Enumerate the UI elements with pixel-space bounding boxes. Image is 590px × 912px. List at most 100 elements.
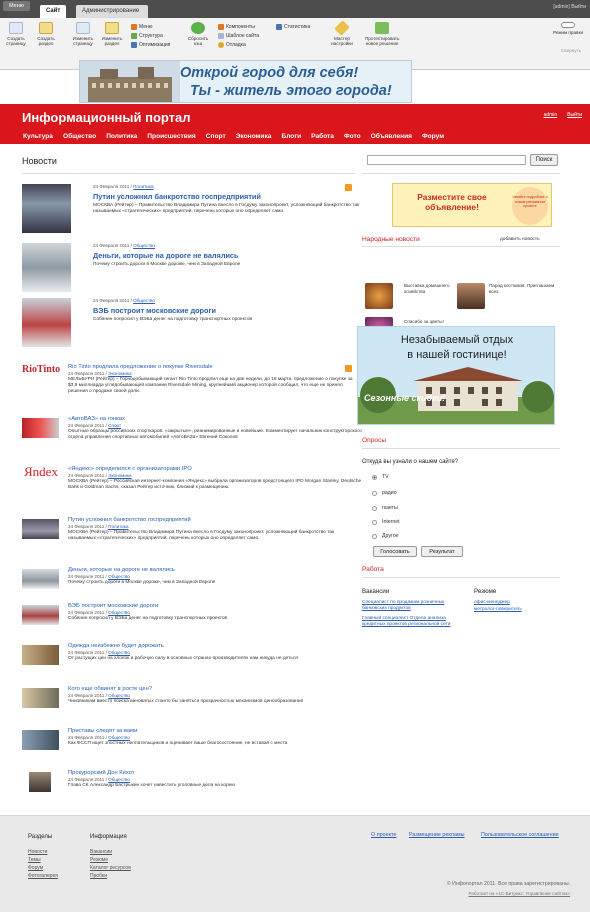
nav-item-photo[interactable]: Фото xyxy=(344,129,361,145)
search-input[interactable] xyxy=(367,155,526,165)
rubric-link[interactable]: Политика xyxy=(133,184,153,189)
resume-link[interactable]: офис-менеджер xyxy=(474,600,510,606)
poll-option-other[interactable]: Другое xyxy=(372,533,398,539)
news-title[interactable]: Деньги, которые на дороге не валялись xyxy=(68,567,175,573)
news-photo[interactable] xyxy=(22,298,71,347)
edit-page-button[interactable]: Изменить страницу xyxy=(72,22,94,47)
optimization-item[interactable]: Оптимизация xyxy=(131,42,170,48)
news-photo[interactable] xyxy=(22,569,59,589)
nav-item-incidents[interactable]: Происшествия xyxy=(147,129,195,145)
result-button[interactable]: Результат xyxy=(421,546,463,557)
nav-item-culture[interactable]: Культура xyxy=(23,129,53,145)
debug-item[interactable]: Отладка xyxy=(218,42,246,48)
footer-link[interactable]: Пробки xyxy=(90,872,107,880)
radio-checked-icon[interactable] xyxy=(372,474,377,480)
ad-banner-hotel[interactable]: Незабываемый отдых в нашей гостинице! Се… xyxy=(357,326,555,425)
nav-item-sport[interactable]: Спорт xyxy=(206,129,226,145)
footer-link[interactable]: Вакансии xyxy=(90,848,112,856)
powered-by-link[interactable]: Работает на «1С-Битрикс: Управление сайт… xyxy=(468,891,570,896)
news-title[interactable]: Деньги, которые на дороге не валялись xyxy=(93,251,238,260)
news-title[interactable]: «Яндекс» определился с организаторами IP… xyxy=(68,466,192,472)
vacancy-link[interactable]: Специалист по продажам розничных банковс… xyxy=(362,600,462,613)
rss-icon[interactable] xyxy=(345,184,352,191)
people-news-title[interactable]: Парад костюмов. Приглашаем всех. xyxy=(489,283,557,295)
footer-link[interactable]: Фотогалерея xyxy=(28,872,58,880)
reset-cache-button[interactable]: Сбросить кэш xyxy=(186,22,210,47)
rubric-link[interactable]: Общество xyxy=(108,777,130,782)
nav-item-economy[interactable]: Экономика xyxy=(236,129,272,145)
people-news-title[interactable]: Выставка домашнего хозяйства xyxy=(404,283,454,295)
nav-item-jobs[interactable]: Работа xyxy=(311,129,334,145)
footer-link[interactable]: Каталог ресурсов xyxy=(90,864,131,872)
news-photo[interactable] xyxy=(22,184,71,233)
news-photo[interactable] xyxy=(22,730,59,750)
news-title[interactable]: Rio Tinto продлила предложение о покупке… xyxy=(68,364,213,370)
news-title[interactable]: «АвтоВАЗ» на гонках xyxy=(68,416,125,422)
add-news-link[interactable]: добавить новость xyxy=(500,237,540,242)
nav-item-society[interactable]: Общество xyxy=(63,129,96,145)
people-news-item[interactable]: Выставка домашнего хозяйства xyxy=(365,283,455,311)
news-photo[interactable] xyxy=(22,418,59,438)
news-title[interactable]: Приставы следят за вами xyxy=(68,728,137,734)
structure-item[interactable]: Структура xyxy=(131,33,163,39)
rubric-link[interactable]: Общество xyxy=(108,650,130,655)
create-section-button[interactable]: Создать раздел xyxy=(35,22,57,47)
tab-site[interactable]: Сайт xyxy=(40,5,67,18)
news-photo[interactable] xyxy=(22,605,59,625)
rubric-link[interactable]: Общество xyxy=(108,735,130,740)
news-title[interactable]: Кого еще обвинят в росте цен? xyxy=(68,686,152,692)
poll-option-newspapers[interactable]: газеты xyxy=(372,505,398,511)
rubric-link[interactable]: Спорт xyxy=(108,423,121,428)
footer-agreement-link[interactable]: Пользовательское соглашение xyxy=(481,832,559,838)
footer-about-link[interactable]: О проекте xyxy=(371,832,396,838)
poll-option-internet[interactable]: Internet xyxy=(372,519,400,525)
footer-link[interactable]: Форум xyxy=(28,864,43,872)
components-item[interactable]: Компоненты xyxy=(218,24,255,30)
poll-option-radio[interactable]: радио xyxy=(372,490,397,496)
footer-advertising-link[interactable]: Размещение рекламы xyxy=(409,832,465,838)
tab-menu[interactable]: Меню xyxy=(3,1,30,11)
rubric-link[interactable]: Общество xyxy=(108,610,130,615)
site-template-item[interactable]: Шаблон сайта xyxy=(218,33,259,39)
radio-icon[interactable] xyxy=(372,490,377,496)
news-title[interactable]: ВЭБ построит московские дороги xyxy=(93,306,216,315)
ad-banner-post[interactable]: Разместите свое объявление! Узнайте подр… xyxy=(392,183,552,227)
tab-administration[interactable]: Администрирование xyxy=(76,5,148,18)
nav-item-forum[interactable]: Форум xyxy=(422,129,444,145)
site-title[interactable]: Информационный портал xyxy=(22,110,191,125)
header-link-logout[interactable]: Выйти xyxy=(567,112,582,118)
edit-mode-toggle[interactable]: Режим правки xyxy=(550,22,586,35)
people-news-photo[interactable] xyxy=(365,283,393,309)
news-photo[interactable] xyxy=(22,243,71,292)
footer-link[interactable]: Темы xyxy=(28,856,41,864)
create-page-button[interactable]: Создать страницу xyxy=(5,22,27,47)
news-photo[interactable] xyxy=(22,519,59,539)
vacancy-link[interactable]: Главный специалист Отдела анализа кредит… xyxy=(362,616,462,629)
resume-link[interactable]: метролог-поверитель xyxy=(474,607,522,613)
news-title[interactable]: Путин усложнил банкротство госпредприяти… xyxy=(93,192,261,201)
rubric-link[interactable]: Общество xyxy=(108,693,130,698)
rubric-link[interactable]: Экономика xyxy=(108,371,131,376)
news-photo[interactable] xyxy=(22,645,59,665)
search-button[interactable]: Поиск xyxy=(530,154,558,166)
top-banner[interactable]: Открой город для себя! Ты - житель этого… xyxy=(79,60,412,103)
footer-link[interactable]: Новости xyxy=(28,848,47,856)
rubric-link[interactable]: Общество xyxy=(108,574,130,579)
news-title[interactable]: Путин усложнил банкротство госпредприяти… xyxy=(68,517,191,523)
radio-icon[interactable] xyxy=(372,533,377,539)
news-title[interactable]: Одежда неизбежно будет дорожать xyxy=(68,643,164,649)
statistics-item[interactable]: Статистика xyxy=(276,24,310,30)
nav-item-politics[interactable]: Политика xyxy=(106,129,137,145)
poll-option-tv[interactable]: TV xyxy=(372,474,389,480)
rubric-link[interactable]: Политика xyxy=(108,524,128,529)
radio-icon[interactable] xyxy=(372,505,377,511)
footer-link[interactable]: Резюме xyxy=(90,856,108,864)
radio-icon[interactable] xyxy=(372,519,377,525)
admin-user-logout[interactable]: [admin] Выйти xyxy=(553,4,586,10)
news-title[interactable]: ВЭБ построит московские дороги xyxy=(68,603,158,609)
rubric-link[interactable]: Общество xyxy=(133,298,155,303)
people-news-photo[interactable] xyxy=(457,283,485,309)
rubric-link[interactable]: Общество xyxy=(133,243,155,248)
news-photo[interactable] xyxy=(29,772,51,792)
people-news-item[interactable]: Парад костюмов. Приглашаем всех. xyxy=(457,283,557,311)
